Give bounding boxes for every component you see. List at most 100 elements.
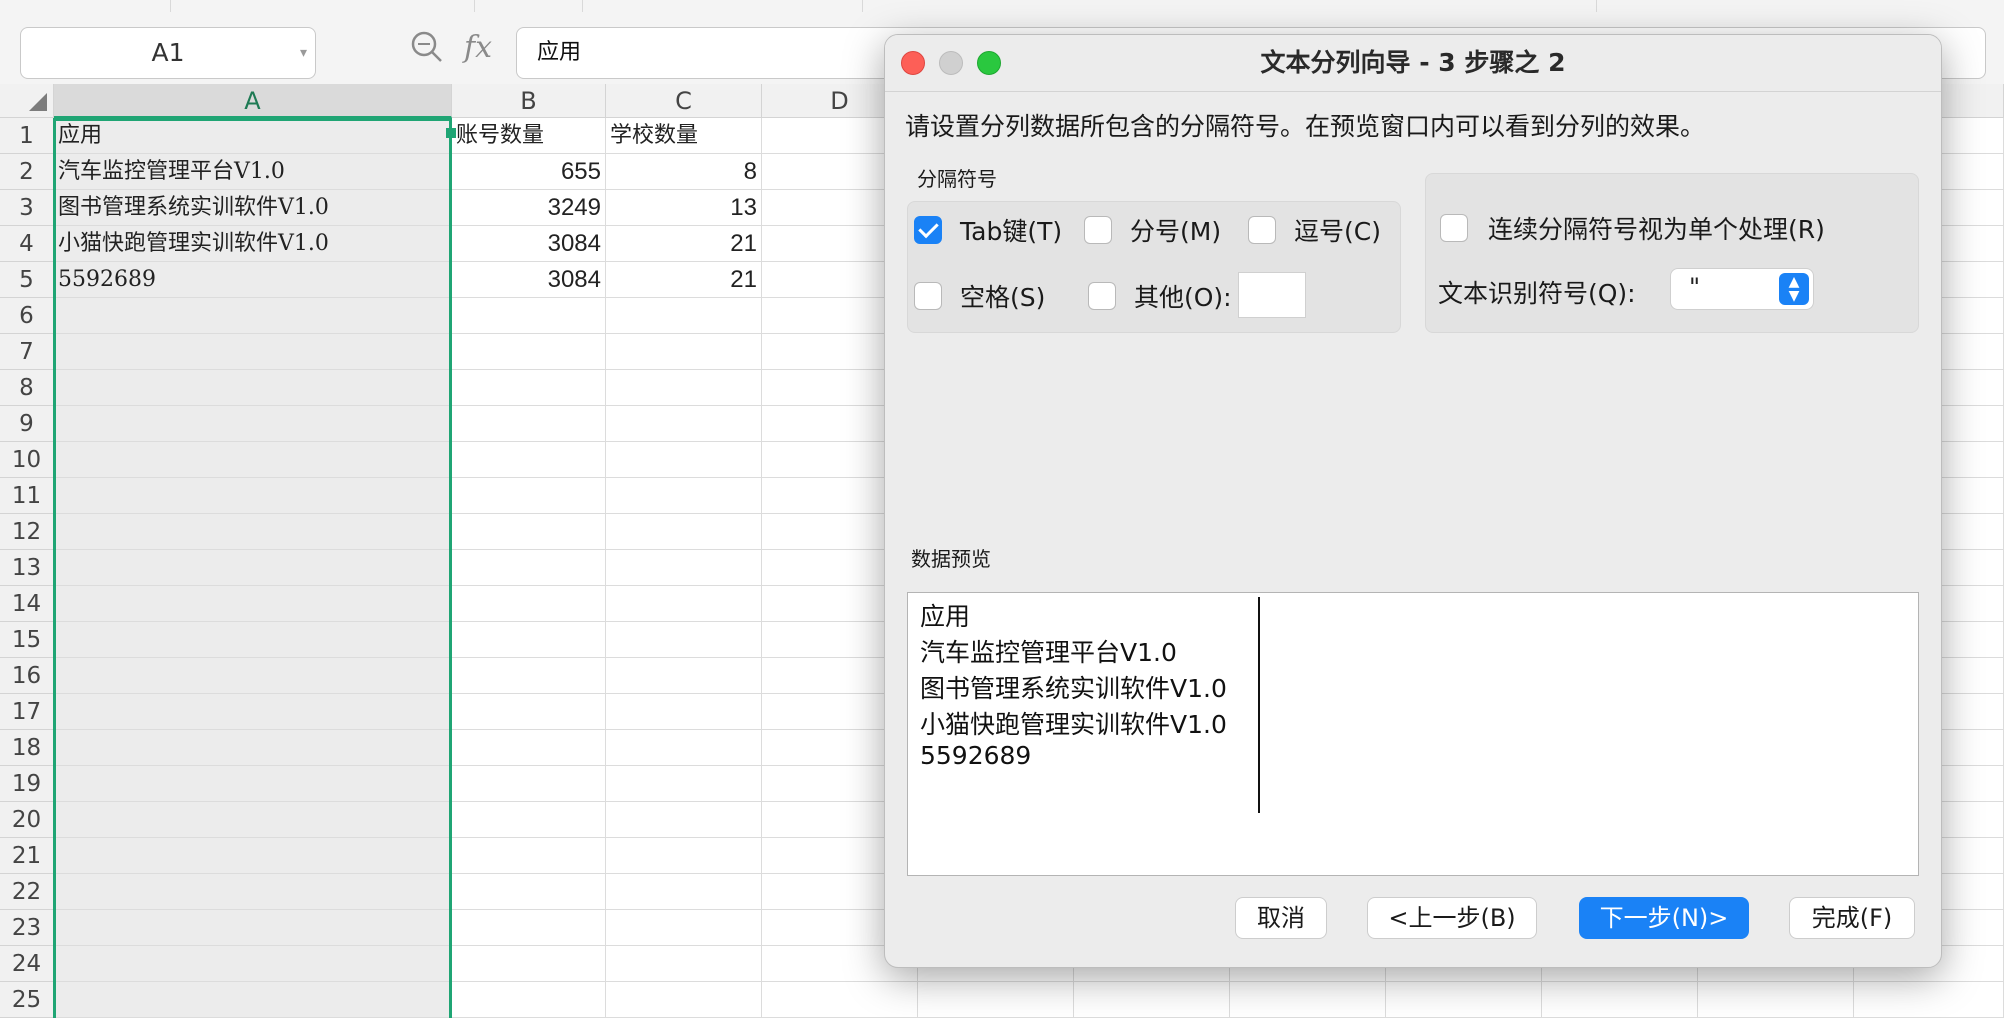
- cell-a24[interactable]: [54, 946, 452, 982]
- cell-b2[interactable]: 655: [452, 154, 606, 190]
- cell-i25[interactable]: [1542, 982, 1698, 1018]
- row-header[interactable]: 15: [0, 622, 54, 658]
- cell-b25[interactable]: [452, 982, 606, 1018]
- column-header-c[interactable]: C: [606, 84, 762, 118]
- cell-c25[interactable]: [606, 982, 762, 1018]
- cell-c15[interactable]: [606, 622, 762, 658]
- finish-button[interactable]: 完成(F): [1789, 897, 1915, 939]
- cell-b24[interactable]: [452, 946, 606, 982]
- cell-b6[interactable]: [452, 298, 606, 334]
- row-header[interactable]: 14: [0, 586, 54, 622]
- comma-checkbox[interactable]: [1248, 216, 1276, 244]
- cell-a25[interactable]: [54, 982, 452, 1018]
- cell-b13[interactable]: [452, 550, 606, 586]
- row-header[interactable]: 4: [0, 226, 54, 262]
- cell-b16[interactable]: [452, 658, 606, 694]
- row-header[interactable]: 13: [0, 550, 54, 586]
- row-header[interactable]: 23: [0, 910, 54, 946]
- cell-a2[interactable]: 汽车监控管理平台V1.0: [54, 154, 452, 190]
- cell-b18[interactable]: [452, 730, 606, 766]
- cell-b15[interactable]: [452, 622, 606, 658]
- select-all-corner[interactable]: [0, 84, 54, 118]
- data-preview-pane[interactable]: 应用 汽车监控管理平台V1.0 图书管理系统实训软件V1.0 小猫快跑管理实训软…: [907, 592, 1919, 876]
- row-header[interactable]: 18: [0, 730, 54, 766]
- cell-a20[interactable]: [54, 802, 452, 838]
- row-header[interactable]: 21: [0, 838, 54, 874]
- cell-j25[interactable]: [1698, 982, 1854, 1018]
- cell-c8[interactable]: [606, 370, 762, 406]
- next-button[interactable]: 下一步(N)>: [1579, 897, 1749, 939]
- cell-b21[interactable]: [452, 838, 606, 874]
- row-header[interactable]: 25: [0, 982, 54, 1018]
- cell-h25[interactable]: [1386, 982, 1542, 1018]
- cell-c4[interactable]: 21: [606, 226, 762, 262]
- cell-c20[interactable]: [606, 802, 762, 838]
- row-header[interactable]: 17: [0, 694, 54, 730]
- cell-b17[interactable]: [452, 694, 606, 730]
- cell-a6[interactable]: [54, 298, 452, 334]
- row-header[interactable]: 20: [0, 802, 54, 838]
- cell-k25[interactable]: [1854, 982, 2004, 1018]
- cell-a9[interactable]: [54, 406, 452, 442]
- cell-b20[interactable]: [452, 802, 606, 838]
- cell-b14[interactable]: [452, 586, 606, 622]
- row-header[interactable]: 2: [0, 154, 54, 190]
- cell-b12[interactable]: [452, 514, 606, 550]
- cell-a4[interactable]: 小猫快跑管理实训软件V1.0: [54, 226, 452, 262]
- cell-c22[interactable]: [606, 874, 762, 910]
- name-box[interactable]: A1 ▾: [20, 27, 316, 79]
- cell-c18[interactable]: [606, 730, 762, 766]
- cell-a1[interactable]: 应用: [54, 118, 452, 154]
- cell-a17[interactable]: [54, 694, 452, 730]
- function-icon[interactable]: fx: [464, 30, 492, 65]
- other-checkbox[interactable]: [1088, 282, 1116, 310]
- cell-c10[interactable]: [606, 442, 762, 478]
- row-header[interactable]: 11: [0, 478, 54, 514]
- space-checkbox[interactable]: [914, 282, 942, 310]
- row-header[interactable]: 5: [0, 262, 54, 298]
- cell-c23[interactable]: [606, 910, 762, 946]
- column-header-b[interactable]: B: [452, 84, 606, 118]
- cell-a10[interactable]: [54, 442, 452, 478]
- cell-c7[interactable]: [606, 334, 762, 370]
- cell-c2[interactable]: 8: [606, 154, 762, 190]
- cell-c6[interactable]: [606, 298, 762, 334]
- cell-a11[interactable]: [54, 478, 452, 514]
- cell-b23[interactable]: [452, 910, 606, 946]
- back-button[interactable]: <上一步(B): [1367, 897, 1537, 939]
- cell-c14[interactable]: [606, 586, 762, 622]
- row-header[interactable]: 8: [0, 370, 54, 406]
- row-header[interactable]: 16: [0, 658, 54, 694]
- cell-b1[interactable]: 账号数量: [452, 118, 606, 154]
- cell-c19[interactable]: [606, 766, 762, 802]
- column-break-line[interactable]: [1258, 597, 1260, 813]
- cell-b22[interactable]: [452, 874, 606, 910]
- cell-a19[interactable]: [54, 766, 452, 802]
- cell-a8[interactable]: [54, 370, 452, 406]
- cell-a15[interactable]: [54, 622, 452, 658]
- cell-b8[interactable]: [452, 370, 606, 406]
- text-qualifier-select[interactable]: " ▲ ▼: [1670, 268, 1814, 310]
- cell-a21[interactable]: [54, 838, 452, 874]
- cell-c16[interactable]: [606, 658, 762, 694]
- cell-c12[interactable]: [606, 514, 762, 550]
- cell-c1[interactable]: 学校数量: [606, 118, 762, 154]
- cell-b4[interactable]: 3084: [452, 226, 606, 262]
- cell-c9[interactable]: [606, 406, 762, 442]
- cell-a5[interactable]: 5592689: [54, 262, 452, 298]
- row-header[interactable]: 6: [0, 298, 54, 334]
- cell-a16[interactable]: [54, 658, 452, 694]
- row-header[interactable]: 22: [0, 874, 54, 910]
- column-header-a[interactable]: A: [54, 84, 452, 118]
- row-header[interactable]: 3: [0, 190, 54, 226]
- cell-c24[interactable]: [606, 946, 762, 982]
- row-header[interactable]: 9: [0, 406, 54, 442]
- cell-a18[interactable]: [54, 730, 452, 766]
- cell-a23[interactable]: [54, 910, 452, 946]
- cell-b9[interactable]: [452, 406, 606, 442]
- cell-d25[interactable]: [762, 982, 918, 1018]
- cell-a12[interactable]: [54, 514, 452, 550]
- cell-a13[interactable]: [54, 550, 452, 586]
- cell-b19[interactable]: [452, 766, 606, 802]
- cancel-button[interactable]: 取消: [1235, 897, 1327, 939]
